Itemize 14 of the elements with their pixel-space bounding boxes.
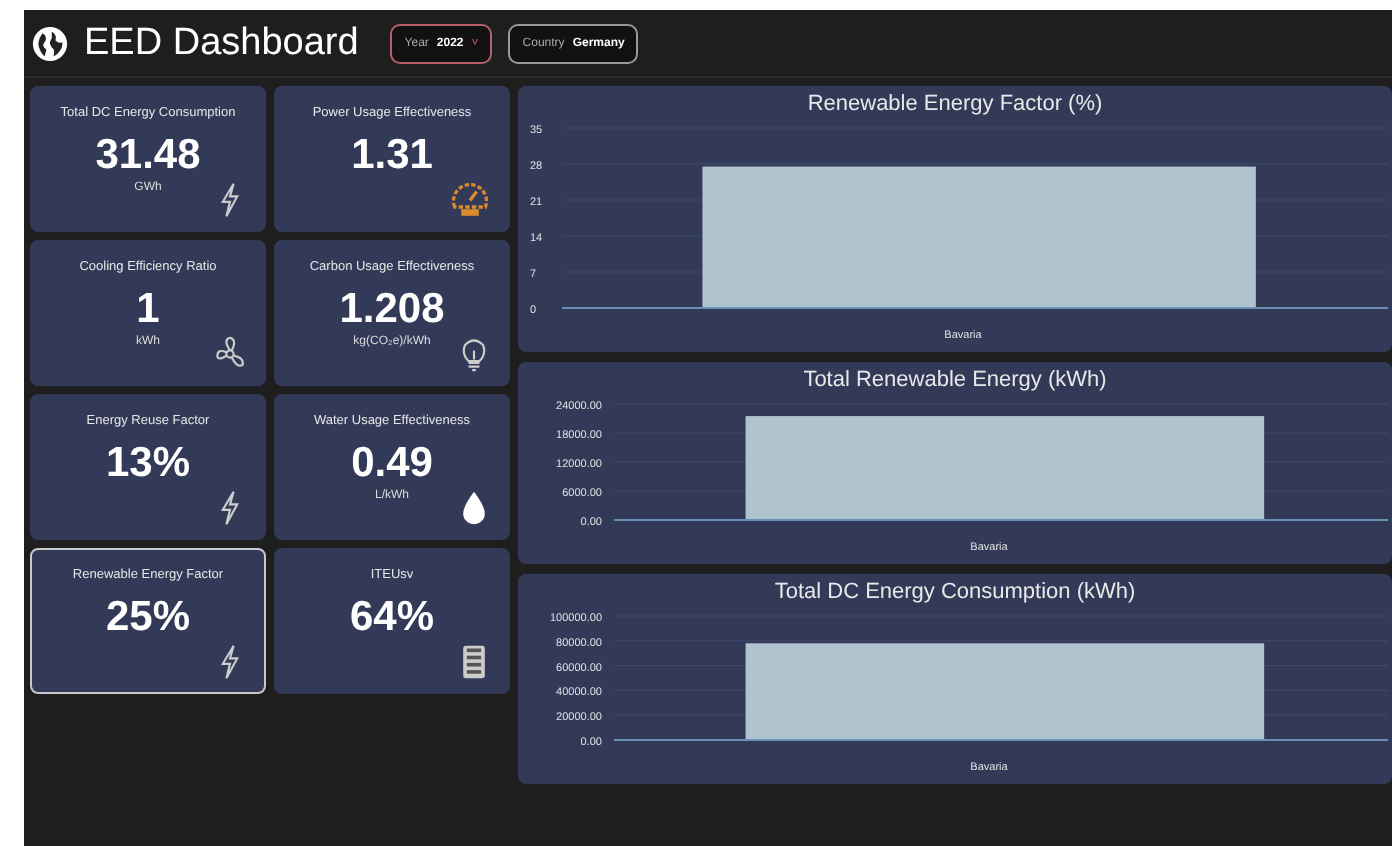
chart-title: Total Renewable Energy (kWh) (803, 366, 1107, 392)
metric-value: 0.49 (351, 440, 433, 488)
metric-value: 1 (136, 286, 160, 334)
fan-icon (212, 336, 248, 372)
metric-value: 1.31 (351, 132, 433, 180)
chart-title: Total DC Energy Consumption (kWh) (774, 578, 1136, 604)
metric-value: 25% (105, 594, 191, 642)
globe-icon (32, 25, 68, 61)
dashboard-title: EED Dashboard (84, 21, 359, 65)
metric-value: 13% (105, 440, 191, 488)
chart-title: Renewable Energy Factor (%) (807, 90, 1103, 116)
metric-value: 1.208 (339, 286, 445, 334)
metric-value: 31.48 (95, 132, 201, 180)
metric-value: 64% (349, 594, 435, 642)
